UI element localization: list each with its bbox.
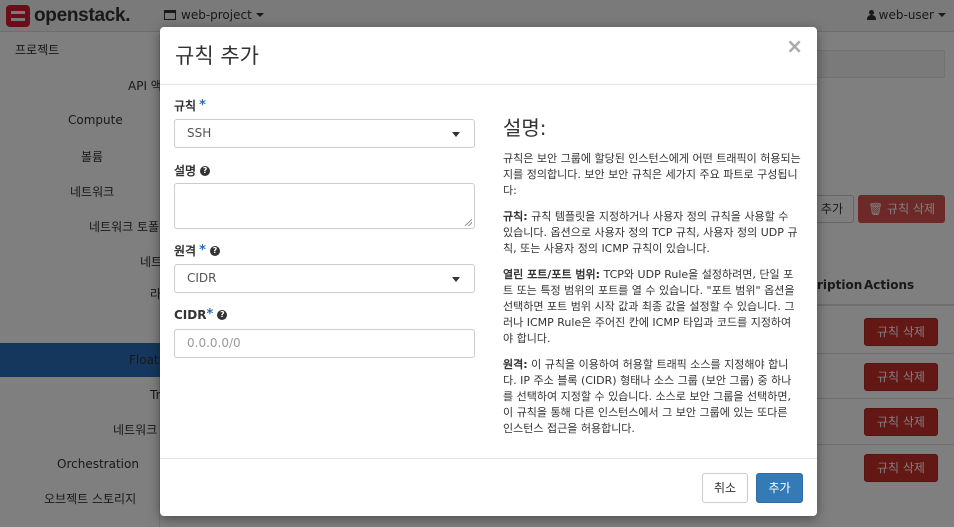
help-port: 열린 포트/포트 범위: TCP와 UDP Rule을 설정하려면, 단일 포트… (503, 267, 801, 347)
description-textarea[interactable] (174, 183, 475, 229)
chevron-down-icon (452, 132, 460, 137)
description-label: 설명 ? (174, 162, 211, 179)
close-icon[interactable]: × (786, 36, 803, 56)
modal-header: 규칙 추가 × (160, 27, 817, 85)
cidr-placeholder: 0.0.0.0/0 (187, 336, 241, 350)
remote-label: 원격 * ? (174, 242, 220, 259)
help-rule-heading: 규칙: (503, 210, 528, 223)
modal-footer: 취소 추가 (160, 458, 817, 516)
help-port-heading: 열린 포트/포트 범위: (503, 268, 601, 281)
help-intro-text: 규칙은 보안 그룹에 할당된 인스턴스에게 어떤 트래픽이 허용되는지를 정의합… (503, 152, 801, 197)
add-button[interactable]: 추가 (756, 473, 803, 503)
modal-title: 규칙 추가 (175, 44, 259, 68)
cidr-label-text: CIDR (174, 307, 207, 322)
required-asterisk-icon: * (206, 307, 214, 322)
required-asterisk-icon: * (199, 98, 206, 113)
help-rule: 규칙: 규칙 템플릿을 지정하거나 사용자 정의 규칙을 사용할 수 있습니다.… (503, 209, 801, 257)
rule-label-text: 규칙 (174, 99, 197, 113)
question-circle-icon[interactable]: ? (217, 309, 228, 320)
help-description-title: 설명: (503, 116, 547, 140)
remote-select-value: CIDR (187, 271, 217, 285)
question-circle-icon[interactable]: ? (209, 245, 220, 256)
remote-label-text: 원격 (174, 244, 197, 258)
cidr-input[interactable]: 0.0.0.0/0 (174, 329, 475, 358)
help-remote-heading: 원격: (503, 358, 528, 371)
rule-select-value: SSH (187, 126, 212, 140)
rule-label: 규칙 * (174, 97, 206, 114)
help-intro: 규칙은 보안 그룹에 할당된 인스턴스에게 어떤 트래픽이 허용되는지를 정의합… (503, 151, 801, 199)
rule-select[interactable]: SSH (174, 119, 475, 148)
description-label-text: 설명 (174, 164, 197, 178)
add-rule-modal: 규칙 추가 × 규칙 * SSH 설명 ? 원격 * ? CIDR CIDR *… (160, 27, 817, 516)
required-asterisk-icon: * (199, 243, 206, 258)
cancel-button[interactable]: 취소 (702, 473, 748, 503)
help-remote: 원격: 이 규칙을 이용하여 허용할 트래픽 소스를 지정해야 합니다. IP … (503, 357, 801, 437)
help-remote-text: 이 규칙을 이용하여 허용할 트래픽 소스를 지정해야 합니다. IP 주소 블… (503, 358, 792, 435)
help-description-panel: 설명: 규칙은 보안 그룹에 할당된 인스턴스에게 어떤 트래픽이 허용되는지를… (503, 112, 801, 447)
question-circle-icon[interactable]: ? (200, 165, 211, 176)
cidr-label: CIDR * ? (174, 307, 228, 322)
remote-select[interactable]: CIDR (174, 264, 475, 293)
help-rule-text: 규칙 템플릿을 지정하거나 사용자 정의 규칙을 사용할 수 있습니다. 옵션으… (503, 210, 798, 255)
resize-handle-icon[interactable] (465, 219, 472, 226)
chevron-down-icon (452, 277, 460, 282)
